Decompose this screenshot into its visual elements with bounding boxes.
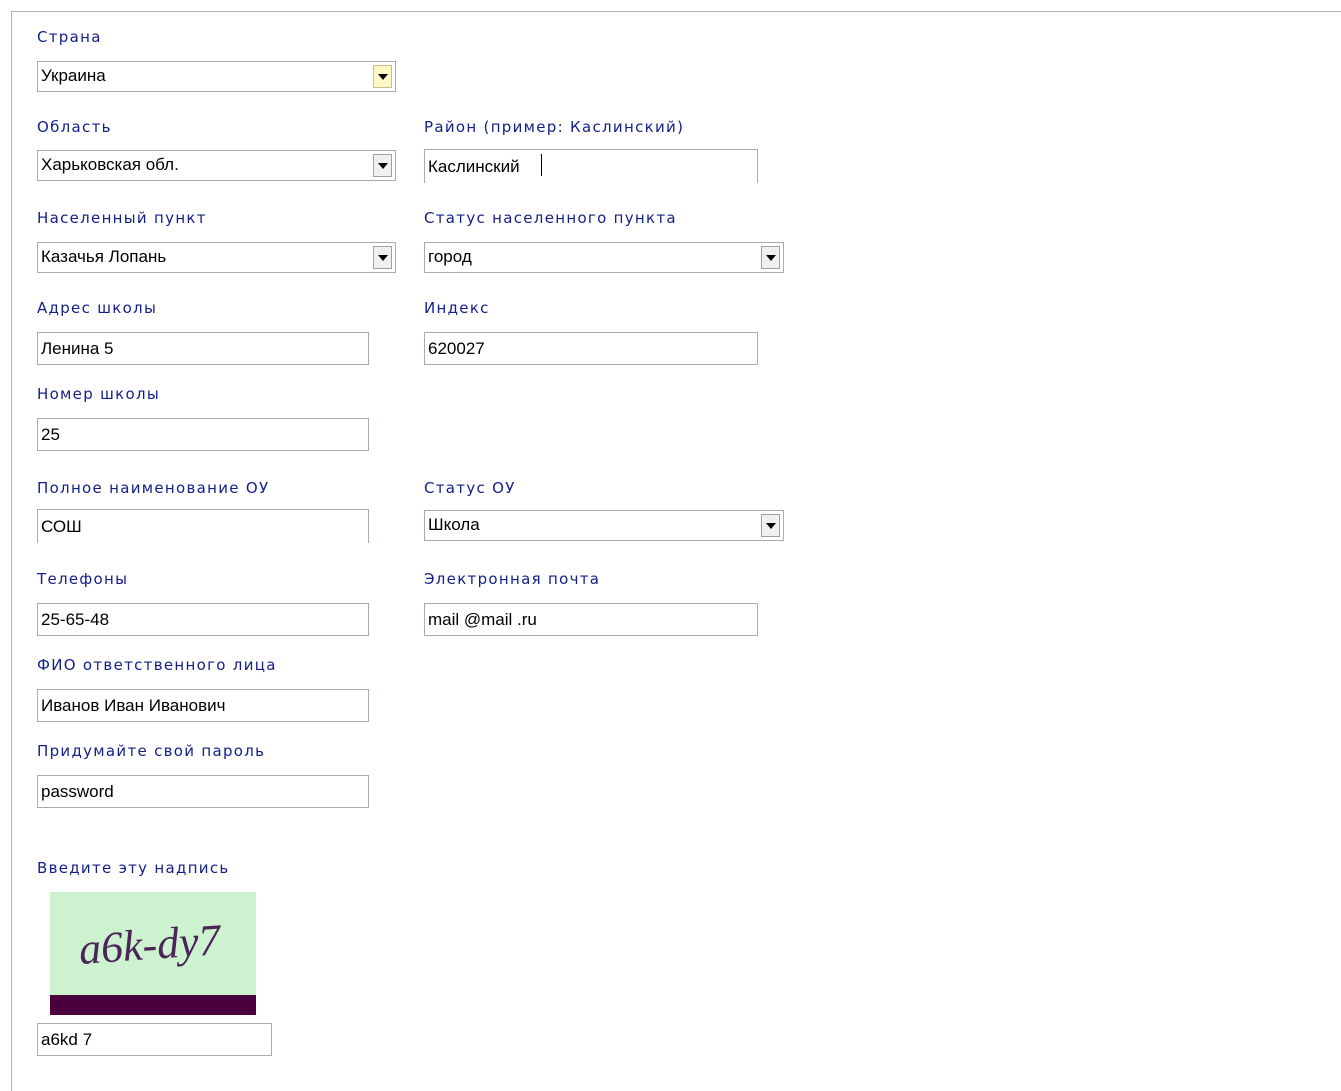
- region-select-value: Харьковская обл.: [41, 155, 179, 174]
- password-input[interactable]: [37, 775, 369, 808]
- settlement-select[interactable]: Казачья Лопань: [37, 242, 396, 273]
- text-cursor: [541, 154, 542, 176]
- school-number-input[interactable]: [37, 418, 369, 451]
- district-input[interactable]: [424, 149, 758, 183]
- postal-index-input[interactable]: [424, 332, 758, 365]
- district-label: Район (пример: Каслинский): [424, 118, 685, 136]
- settlement-status-select-value: город: [428, 247, 472, 266]
- dropdown-arrow-icon[interactable]: [761, 514, 780, 537]
- dropdown-arrow-icon[interactable]: [373, 246, 392, 269]
- dropdown-arrow-icon[interactable]: [373, 154, 392, 177]
- captcha-label: Введите эту надпись: [37, 859, 230, 877]
- responsible-label: ФИО ответственного лица: [37, 656, 277, 674]
- status-ou-label: Статус ОУ: [424, 479, 516, 497]
- captcha-image: a6k-dy7: [50, 892, 256, 1015]
- captcha-glyphs: a6k-dy7: [77, 915, 224, 974]
- password-label: Придумайте свой пароль: [37, 742, 266, 760]
- country-label: Страна: [37, 28, 102, 46]
- phones-input[interactable]: [37, 603, 369, 636]
- postal-index-label: Индекс: [424, 299, 490, 317]
- school-address-input[interactable]: [37, 332, 369, 365]
- dropdown-arrow-icon[interactable]: [761, 246, 780, 269]
- responsible-input[interactable]: [37, 689, 369, 722]
- full-name-ou-input[interactable]: [37, 509, 369, 543]
- settlement-status-select[interactable]: город: [424, 242, 784, 273]
- phones-label: Телефоны: [37, 570, 129, 588]
- email-label: Электронная почта: [424, 570, 601, 588]
- captcha-text: a6k-dy7: [77, 915, 224, 974]
- school-address-label: Адрес школы: [37, 299, 158, 317]
- captcha-input[interactable]: [37, 1023, 272, 1056]
- school-number-label: Номер школы: [37, 385, 160, 403]
- country-select-value: Украина: [41, 66, 106, 85]
- email-input[interactable]: [424, 603, 758, 636]
- region-select[interactable]: Харьковская обл.: [37, 150, 396, 181]
- settlement-label: Населенный пункт: [37, 209, 207, 227]
- status-ou-select-value: Школа: [428, 515, 480, 534]
- region-label: Область: [37, 118, 112, 136]
- country-select[interactable]: Украина: [37, 61, 396, 92]
- dropdown-arrow-icon[interactable]: [373, 65, 392, 88]
- status-ou-select[interactable]: Школа: [424, 510, 784, 541]
- full-name-ou-label: Полное наименование ОУ: [37, 479, 270, 497]
- settlement-status-label: Статус населенного пункта: [424, 209, 677, 227]
- settlement-select-value: Казачья Лопань: [41, 247, 167, 266]
- captcha-bar: [50, 995, 256, 1015]
